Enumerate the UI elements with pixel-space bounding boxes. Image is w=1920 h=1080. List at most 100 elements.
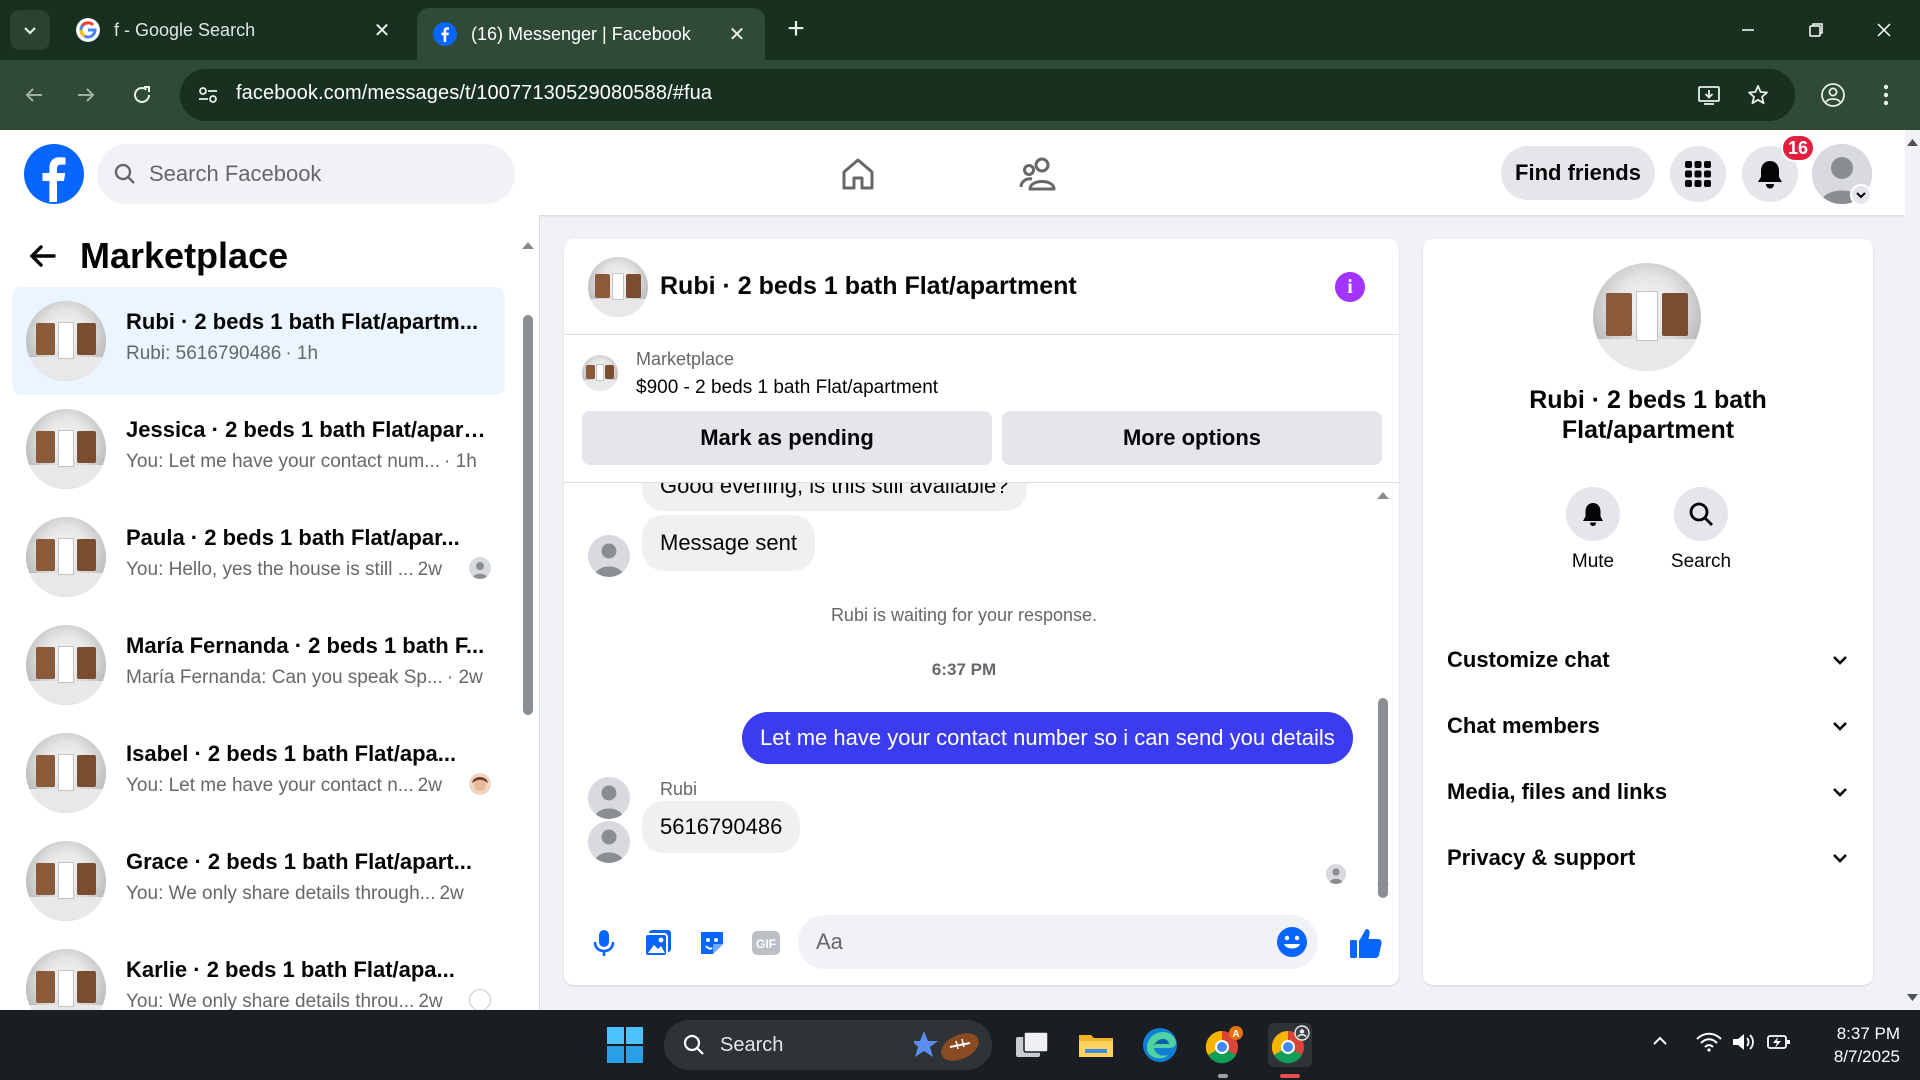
mark-as-pending-button[interactable]: Mark as pending (582, 411, 992, 465)
conversation-name: Isabel · 2 beds 1 bath Flat/apa... (126, 741, 457, 766)
list-scrollbar-thumb[interactable] (523, 315, 533, 715)
message-input[interactable] (816, 925, 1256, 959)
tab-search-button[interactable] (10, 10, 50, 50)
gif-icon[interactable]: GIF (748, 925, 784, 961)
more-options-button[interactable]: More options (1002, 411, 1382, 465)
find-friends-button[interactable]: Find friends (1501, 146, 1655, 200)
listing-thumbnail (26, 841, 106, 921)
nav-friends[interactable] (1008, 150, 1068, 198)
nav-home[interactable] (828, 150, 888, 198)
account-menu-caret[interactable] (1850, 184, 1872, 206)
more-vertical-icon (1883, 84, 1889, 106)
system-clock[interactable]: 8:37 PM 8/7/2025 (1800, 1022, 1900, 1068)
scroll-up-icon (1907, 139, 1918, 146)
scroll-up-icon[interactable] (1375, 489, 1391, 501)
info-icon[interactable]: i (1335, 272, 1365, 302)
task-view-icon[interactable] (1010, 1023, 1054, 1067)
conversation-name: María Fernanda · 2 beds 1 bath F... (126, 633, 485, 658)
listing-title[interactable]: $900 - 2 beds 1 bath Flat/apartment (636, 377, 938, 399)
new-tab-button[interactable]: + (780, 14, 812, 46)
conversation-name: Grace · 2 beds 1 bath Flat/apart... (126, 849, 472, 874)
contact-avatar (588, 821, 630, 863)
chat-thumbnail[interactable] (588, 257, 648, 317)
menu-button[interactable] (1670, 146, 1726, 202)
close-icon[interactable]: ✕ (725, 22, 749, 46)
close-icon[interactable]: ✕ (370, 18, 394, 42)
facebook-icon (433, 22, 457, 46)
chrome-active-icon[interactable] (1268, 1023, 1312, 1067)
listing-thumbnail (26, 409, 106, 489)
search-icon (683, 1034, 704, 1055)
listing-thumbnail (26, 301, 106, 381)
conversation-item[interactable]: Paula · 2 beds 1 bath Flat/apar... You: … (12, 503, 505, 611)
facebook-logo-icon[interactable] (24, 144, 84, 204)
conversation-item[interactable]: María Fernanda · 2 beds 1 bath F... Marí… (12, 611, 505, 719)
message-bubble-incoming[interactable]: Message sent (642, 515, 815, 571)
image-attach-icon[interactable] (640, 925, 676, 961)
emoji-icon[interactable] (1276, 926, 1308, 958)
contact-avatar (588, 777, 630, 819)
chevron-down-icon (1856, 192, 1866, 199)
close-window-button[interactable] (1862, 12, 1906, 48)
svg-text:A: A (1232, 1029, 1239, 1040)
volume-icon[interactable] (1731, 1032, 1757, 1058)
section-privacy-support[interactable]: Privacy & support (1447, 830, 1849, 886)
sticker-icon[interactable] (694, 925, 730, 961)
facebook-search[interactable] (97, 144, 515, 204)
section-media-files-links[interactable]: Media, files and links (1447, 764, 1849, 820)
forward-button[interactable] (68, 77, 104, 113)
conversation-name: Rubi · 2 beds 1 bath Flat/apartm... (126, 309, 479, 334)
search-icon (114, 163, 135, 184)
mute-label: Mute (1571, 551, 1615, 572)
back-button[interactable] (16, 77, 52, 113)
microphone-icon[interactable] (586, 925, 622, 961)
chrome-profile-a-icon[interactable]: A (1202, 1023, 1246, 1067)
reload-button[interactable] (124, 77, 160, 113)
message-input-container[interactable] (798, 915, 1318, 969)
message-bubble-incoming[interactable]: 5616790486 (642, 801, 801, 853)
account-circle-icon (1821, 83, 1845, 107)
taskbar-search[interactable]: Search (664, 1020, 992, 1070)
conversation-item[interactable]: Grace · 2 beds 1 bath Flat/apart... You:… (12, 827, 505, 935)
unread-indicator (469, 989, 491, 1010)
conversation-name: Jessica · 2 beds 1 bath Flat/apart... (126, 417, 486, 442)
file-explorer-icon[interactable] (1074, 1023, 1118, 1067)
chrome-menu-button[interactable] (1868, 77, 1904, 113)
section-chat-members[interactable]: Chat members (1447, 698, 1849, 754)
message-bubble-outgoing[interactable]: Let me have your contact number so i can… (742, 712, 1353, 764)
listing-thumbnail (26, 949, 106, 1010)
restore-button[interactable] (1794, 12, 1838, 48)
mute-button[interactable]: Mute (1553, 487, 1633, 573)
message-timestamp: 6:37 PM (931, 660, 997, 679)
browser-toolbar: facebook.com/messages/t/1007713052908058… (0, 60, 1920, 130)
arrow-left-icon[interactable] (28, 241, 58, 271)
url-text[interactable]: facebook.com/messages/t/1007713052908058… (236, 82, 712, 105)
edge-icon[interactable] (1138, 1023, 1182, 1067)
conversation-item[interactable]: Jessica · 2 beds 1 bath Flat/apart... Yo… (12, 395, 505, 503)
conversation-item[interactable]: Karlie · 2 beds 1 bath Flat/apa... You: … (12, 935, 505, 1010)
chat-title[interactable]: Rubi · 2 beds 1 bath Flat/apartment (660, 272, 1077, 301)
thumbs-up-icon[interactable] (1348, 925, 1384, 961)
browser-tab-messenger[interactable]: (16) Messenger | Facebook ✕ (417, 8, 765, 60)
section-customize-chat[interactable]: Customize chat (1447, 632, 1849, 688)
windows-start-icon[interactable] (606, 1026, 644, 1064)
chevron-down-icon (1833, 788, 1847, 797)
wifi-icon[interactable] (1696, 1032, 1722, 1058)
bookmark-star-icon[interactable] (1744, 81, 1772, 109)
show-hidden-icons-chevron-up-icon[interactable] (1651, 1032, 1669, 1056)
search-in-conversation-button[interactable]: Search (1661, 487, 1741, 573)
address-bar[interactable]: facebook.com/messages/t/1007713052908058… (180, 69, 1795, 121)
profile-button[interactable] (1815, 77, 1851, 113)
install-app-icon[interactable] (1695, 81, 1723, 109)
conversation-snippet: María Fernanda: Can you speak Sp... · 2w (126, 667, 483, 688)
conversation-item[interactable]: Isabel · 2 beds 1 bath Flat/apa... You: … (12, 719, 505, 827)
minimize-button[interactable] (1726, 12, 1770, 48)
search-input[interactable] (149, 154, 499, 194)
chat-scrollbar-thumb[interactable] (1378, 698, 1388, 898)
browser-tab-google[interactable]: f - Google Search ✕ (60, 8, 410, 52)
message-bubble-incoming[interactable]: Good evening, is this still available? (642, 483, 1027, 511)
page-scrollbar[interactable] (1905, 130, 1920, 1010)
battery-charging-icon[interactable] (1766, 1032, 1792, 1058)
conversation-item[interactable]: Rubi · 2 beds 1 bath Flat/apartm... Rubi… (12, 287, 505, 395)
site-info-icon[interactable] (194, 81, 222, 109)
